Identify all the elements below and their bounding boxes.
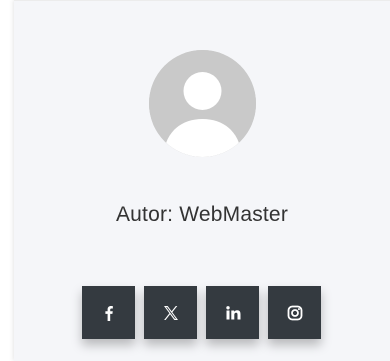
author-avatar xyxy=(149,50,256,157)
author-name: Autor: WebMaster xyxy=(115,203,289,226)
instagram-button[interactable] xyxy=(268,286,321,339)
linkedin-icon xyxy=(225,305,240,319)
social-links xyxy=(82,286,321,339)
author-box: Autor: WebMaster xyxy=(14,0,390,361)
x-icon xyxy=(163,305,178,320)
default-user-icon xyxy=(149,50,256,157)
x-button[interactable] xyxy=(144,286,197,339)
facebook-icon xyxy=(104,305,113,321)
facebook-button[interactable] xyxy=(82,286,135,339)
instagram-icon xyxy=(287,305,302,320)
linkedin-button[interactable] xyxy=(206,286,259,339)
